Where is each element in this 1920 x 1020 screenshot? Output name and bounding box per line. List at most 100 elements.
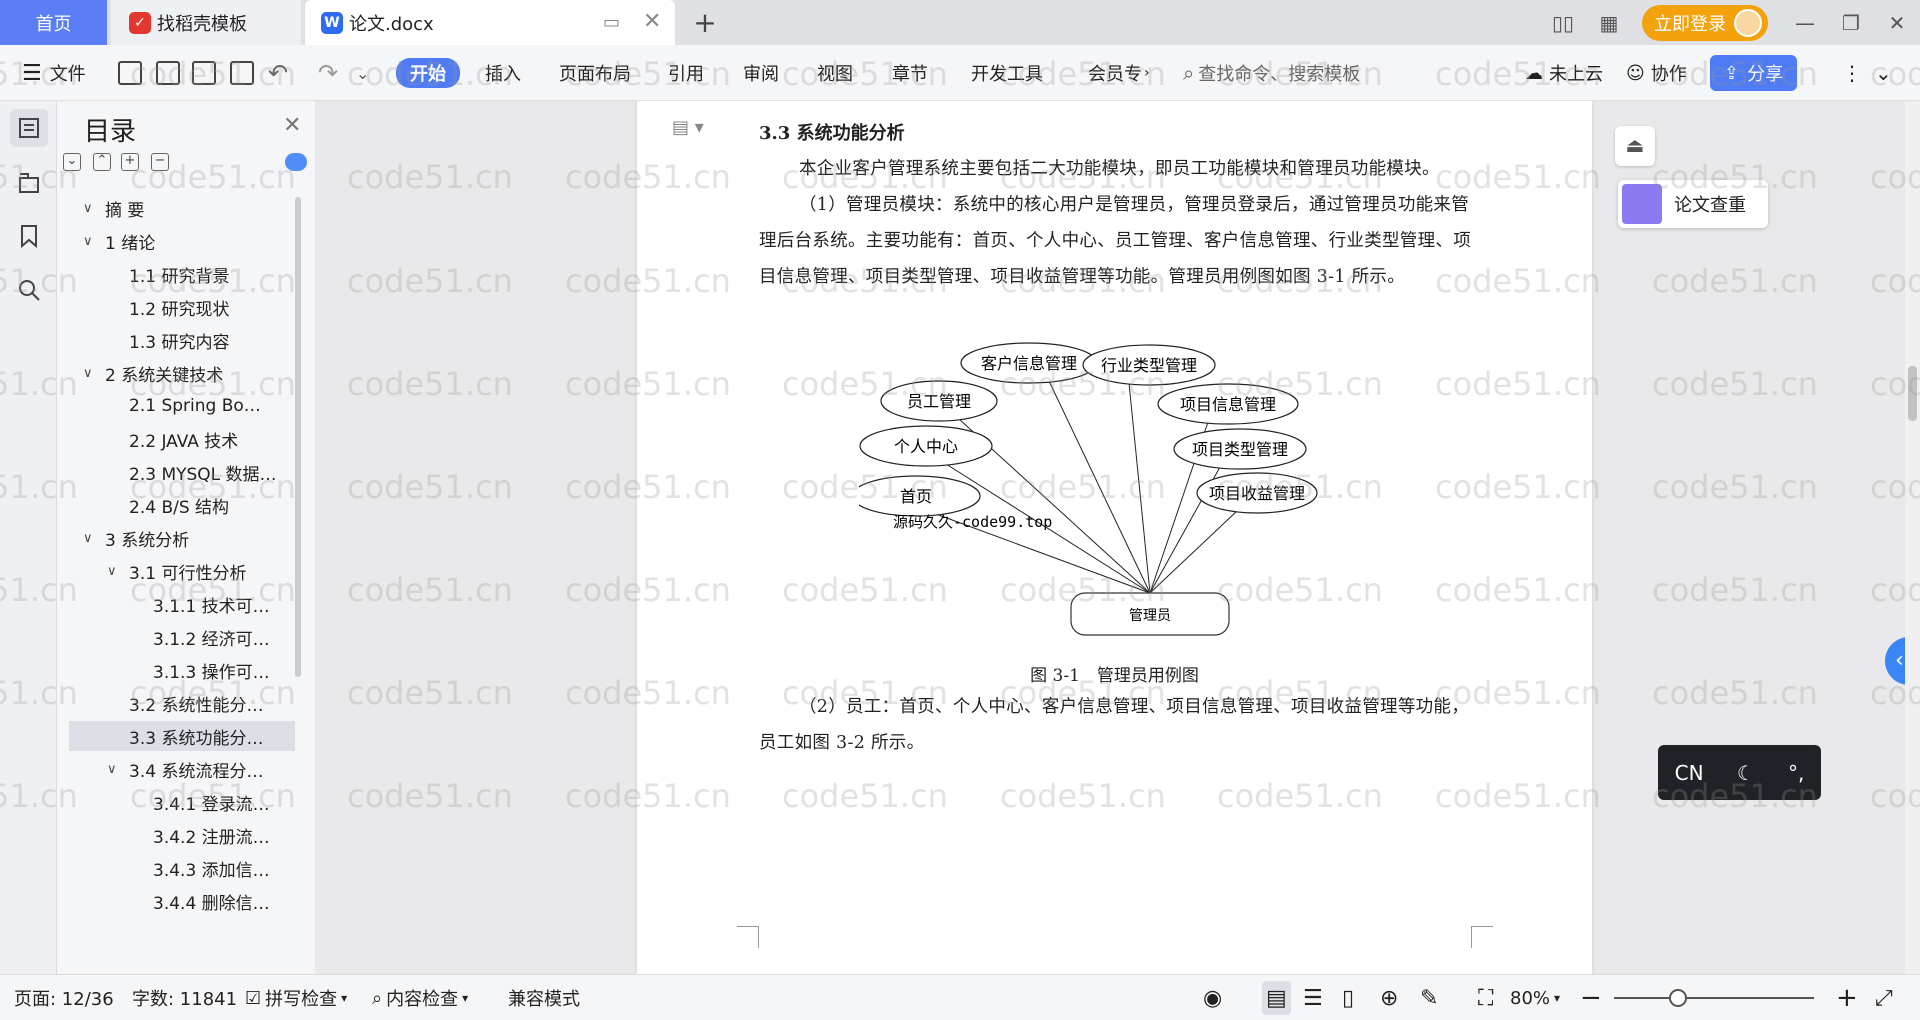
ai-assistant-icon[interactable] <box>285 153 307 171</box>
navigation-toggle[interactable] <box>10 163 48 201</box>
chevron-down-icon[interactable]: ∨ <box>83 201 97 216</box>
zoom-out-icon[interactable]: − <box>1580 975 1602 1020</box>
collapse-all-icon[interactable]: ⌃ <box>93 153 111 171</box>
toc-item[interactable]: 3.4.1 登录流… <box>69 787 295 817</box>
minimize-icon[interactable]: — <box>1782 11 1828 35</box>
toc-item[interactable]: 2.4 B/S 结构 <box>69 490 295 520</box>
collab-button[interactable]: ☺ 协作 <box>1626 45 1687 101</box>
preview-button[interactable] <box>230 45 254 101</box>
apps-grid-icon[interactable]: ▦ <box>1586 11 1632 35</box>
toc-item[interactable]: ∨ 1 绪论 <box>69 226 295 256</box>
expand-all-icon[interactable]: ⌄ <box>63 153 81 171</box>
collapse-panel-icon[interactable]: ⏏ <box>1615 126 1655 166</box>
more-button[interactable]: ⋮ <box>1842 45 1862 101</box>
content-check-button[interactable]: ⌕ 内容检查 ▾ <box>372 975 468 1020</box>
page-view-icon[interactable]: ▤ <box>1262 981 1291 1015</box>
tab-document[interactable]: W 论文.docx ▭ ✕ <box>305 0 675 45</box>
zoom-slider-knob[interactable] <box>1669 989 1687 1007</box>
toc-item[interactable]: ∨ 3 系统分析 <box>69 523 295 553</box>
toc-item[interactable]: 3.3 系统功能分… <box>69 721 295 751</box>
document-page[interactable]: ▤ ▾ 3.3 系统功能分析 本企业客户管理系统主要包括二大功能模块，即员工功能… <box>637 101 1592 974</box>
toc-item[interactable]: ∨ 摘 要 <box>69 193 295 223</box>
fullscreen-icon[interactable]: ⤢ <box>1875 975 1893 1020</box>
punctuation-icon[interactable]: °, <box>1788 761 1804 785</box>
scrollbar-thumb[interactable] <box>1908 366 1917 421</box>
share-button[interactable]: ⇪ 分享 <box>1710 55 1798 91</box>
close-window-icon[interactable]: ✕ <box>1874 11 1920 35</box>
menu-view[interactable]: 视图 <box>817 45 853 101</box>
add-heading-icon[interactable]: + <box>121 153 139 171</box>
chevron-down-icon[interactable]: ∨ <box>83 366 97 381</box>
read-view-icon[interactable]: ▯ <box>1342 975 1354 1020</box>
toc-scrollbar[interactable] <box>295 197 301 677</box>
ime-language-label[interactable]: CN <box>1675 761 1704 785</box>
fit-page-icon[interactable]: ⛶ <box>1478 975 1493 1020</box>
page-indicator[interactable]: 页面: 12/36 <box>14 975 114 1020</box>
toc-item[interactable]: 3.1.1 技术可… <box>69 589 295 619</box>
ime-toolbar[interactable]: CN ☾ °, <box>1658 745 1821 800</box>
toc-item[interactable]: 3.2 系统性能分… <box>69 688 295 718</box>
toc-item[interactable]: 1.1 研究背景 <box>69 259 295 289</box>
cloud-status[interactable]: ☁ 未上云 <box>1525 45 1603 101</box>
file-menu[interactable]: ☰ 文件 <box>22 45 86 101</box>
toc-item[interactable]: 3.1.3 操作可… <box>69 655 295 685</box>
bookmark-toggle[interactable] <box>10 217 48 255</box>
paragraph-menu-icon[interactable]: ▤ ▾ <box>672 117 704 138</box>
chevron-down-icon[interactable]: ∨ <box>83 234 97 249</box>
tab-template[interactable]: ✓ 找稻壳模板 <box>111 0 301 45</box>
plagiarism-check-button[interactable]: 论文查重 <box>1618 180 1768 228</box>
web-view-icon[interactable]: ⊕ <box>1380 975 1398 1020</box>
spell-check-button[interactable]: ☑ 拼写检查 ▾ <box>245 975 347 1020</box>
layout-icon[interactable]: ▯▯ <box>1540 11 1586 35</box>
toc-item[interactable]: 3.4.2 注册流… <box>69 820 295 850</box>
menu-insert[interactable]: 插入 <box>485 45 521 101</box>
restore-icon[interactable]: ❐ <box>1828 11 1874 35</box>
toc-item[interactable]: 2.2 JAVA 技术 <box>69 424 295 454</box>
command-search[interactable]: ⌕ 查找命令、搜索模板 <box>1183 45 1360 101</box>
redo-button[interactable]: ↷ <box>318 45 338 101</box>
zoom-in-icon[interactable]: + <box>1836 975 1858 1020</box>
collapse-ribbon-button[interactable]: ⌄ <box>1875 45 1892 101</box>
print-button[interactable] <box>192 45 216 101</box>
menu-devtools[interactable]: 开发工具 <box>971 45 1043 101</box>
menu-member[interactable]: 会员专 › <box>1088 45 1150 101</box>
toc-close-icon[interactable]: ✕ <box>283 113 301 138</box>
chevron-down-icon[interactable]: ∨ <box>107 762 121 777</box>
moon-icon[interactable]: ☾ <box>1737 761 1755 785</box>
eye-protection-icon[interactable]: ◉ <box>1203 975 1222 1020</box>
zoom-level[interactable]: 80% ▾ <box>1510 975 1560 1020</box>
new-tab-button[interactable]: + <box>685 0 725 45</box>
outline-view-icon[interactable]: ☰ <box>1303 975 1323 1020</box>
outline-toggle[interactable] <box>10 109 48 147</box>
menu-layout[interactable]: 页面布局 <box>559 45 631 101</box>
document-scrollbar[interactable] <box>1905 101 1920 974</box>
tab-home[interactable]: 首页 <box>0 0 107 45</box>
menu-review[interactable]: 审阅 <box>743 45 779 101</box>
export-button[interactable] <box>156 45 180 101</box>
toc-item[interactable]: 3.4.3 添加信… <box>69 853 295 883</box>
menu-chapter[interactable]: 章节 <box>892 45 928 101</box>
menu-reference[interactable]: 引用 <box>668 45 704 101</box>
monitor-icon[interactable]: ▭ <box>603 12 620 33</box>
undo-button[interactable]: ↶ <box>268 45 288 101</box>
toc-item[interactable]: ∨ 3.1 可行性分析 <box>69 556 295 586</box>
toc-item[interactable]: 2.1 Spring Bo… <box>69 391 295 421</box>
search-toggle[interactable] <box>10 271 48 309</box>
quick-access-dropdown[interactable]: ⌄ <box>356 45 369 101</box>
close-tab-icon[interactable]: ✕ <box>643 9 661 34</box>
toc-item[interactable]: 3.4.4 删除信… <box>69 886 295 916</box>
menu-start[interactable]: 开始 <box>396 58 460 88</box>
toc-item[interactable]: 1.2 研究现状 <box>69 292 295 322</box>
save-button[interactable] <box>118 45 142 101</box>
word-count[interactable]: 字数: 11841 <box>132 975 237 1020</box>
write-view-icon[interactable]: ✎ <box>1420 975 1438 1020</box>
login-button[interactable]: 立即登录 <box>1642 4 1768 41</box>
remove-heading-icon[interactable]: − <box>151 153 169 171</box>
toc-item[interactable]: ∨ 3.4 系统流程分… <box>69 754 295 784</box>
chevron-down-icon[interactable]: ∨ <box>107 564 121 579</box>
toc-item[interactable]: 3.1.2 经济可… <box>69 622 295 652</box>
zoom-slider[interactable] <box>1614 989 1814 1007</box>
toc-item[interactable]: 1.3 研究内容 <box>69 325 295 355</box>
toc-item[interactable]: ∨ 2 系统关键技术 <box>69 358 295 388</box>
toc-item[interactable]: 2.3 MYSQL 数据… <box>69 457 295 487</box>
